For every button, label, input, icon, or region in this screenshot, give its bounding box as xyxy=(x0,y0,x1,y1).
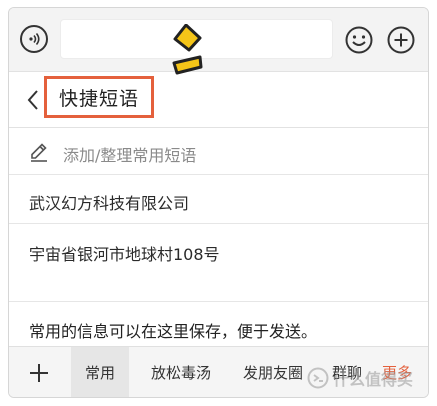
voice-icon xyxy=(29,32,40,46)
emoji-button[interactable] xyxy=(344,25,374,55)
chevron-left-icon xyxy=(27,90,38,110)
pencil-icon xyxy=(31,143,47,162)
input-toolbar xyxy=(9,8,428,72)
phrase-text: 武汉幻方科技有限公司 xyxy=(29,194,190,213)
tab-common[interactable]: 常用 xyxy=(71,347,129,397)
watermark-logo-icon xyxy=(307,367,329,389)
add-category-button[interactable] xyxy=(23,357,55,389)
more-actions-button[interactable] xyxy=(386,25,416,55)
watermark-text: 什么值得买 xyxy=(333,370,414,389)
app-logo xyxy=(172,24,203,75)
plus-circle-icon xyxy=(387,26,415,54)
watermark: 什么值得买 xyxy=(307,360,432,396)
info-note: 常用的信息可以在这里保存，便于发送。 xyxy=(9,302,428,346)
back-button[interactable] xyxy=(23,88,43,112)
tab-relax[interactable]: 放松毒汤 xyxy=(137,347,225,397)
tab-moments[interactable]: 发朋友圈 xyxy=(233,347,313,397)
voice-button[interactable] xyxy=(20,25,48,53)
smiley-icon xyxy=(345,26,373,54)
page-header: 快捷短语 xyxy=(9,72,428,128)
add-phrase-label: 添加/整理常用短语 xyxy=(63,146,197,165)
phrase-item[interactable]: 武汉幻方科技有限公司 xyxy=(9,175,428,224)
add-phrase-row[interactable]: 添加/整理常用短语 xyxy=(9,128,428,175)
title-highlight-box: 快捷短语 xyxy=(44,76,154,118)
input-method-panel: 快捷短语 添加/整理常用短语 武汉幻方科技有限公司 宇宙省银河市地球村108号 … xyxy=(8,7,429,398)
plus-icon xyxy=(30,364,48,382)
page-title: 快捷短语 xyxy=(58,87,139,110)
phrase-item[interactable]: 宇宙省银河市地球村108号 xyxy=(9,224,428,302)
phrase-text: 宇宙省银河市地球村108号 xyxy=(29,245,220,264)
info-text: 常用的信息可以在这里保存，便于发送。 xyxy=(29,322,318,341)
